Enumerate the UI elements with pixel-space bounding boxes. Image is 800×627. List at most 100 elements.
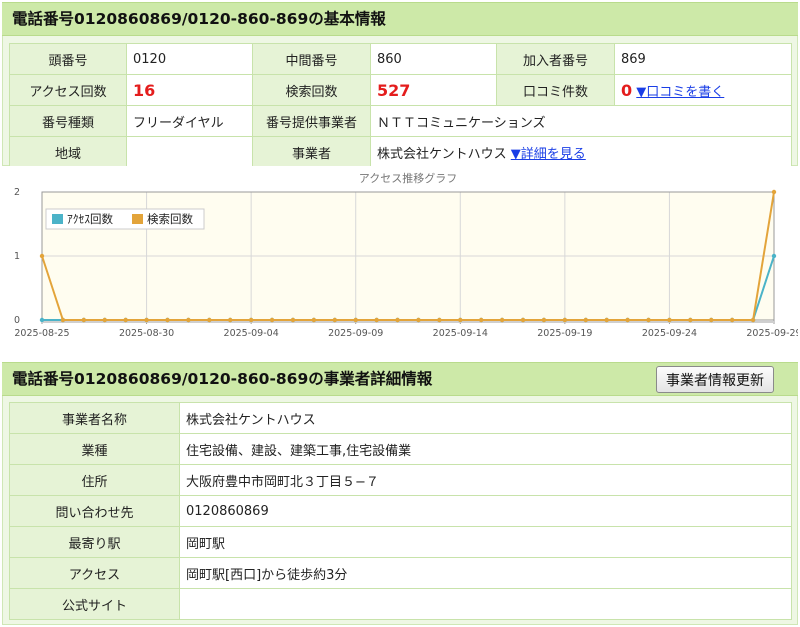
data-point <box>604 317 609 323</box>
detail-label: 最寄り駅 <box>9 526 180 558</box>
access-count-label: アクセス回数 <box>9 74 127 106</box>
data-point <box>458 317 463 323</box>
data-point <box>750 317 756 323</box>
table-row: 公式サイト <box>9 588 792 620</box>
access-count-value: 16 <box>133 80 156 100</box>
middle-number-value: 860 <box>370 43 497 75</box>
y-tick-label: 2 <box>14 187 20 198</box>
data-point <box>520 317 526 323</box>
data-point <box>81 317 87 323</box>
x-tick-label: 2025-09-04 <box>224 328 279 339</box>
data-point <box>353 317 358 323</box>
data-point <box>583 317 588 323</box>
y-tick-label: 0 <box>14 315 20 326</box>
table-row: 頭番号 0120 中間番号 860 加入者番号 869 <box>9 43 792 75</box>
data-point <box>771 189 777 195</box>
search-count-value: 527 <box>377 80 411 100</box>
data-point <box>228 317 233 323</box>
x-tick-label: 2025-09-29 <box>746 328 798 339</box>
detail-label: 事業者名称 <box>9 402 180 434</box>
operator-label: 事業者 <box>252 136 371 168</box>
data-point <box>248 317 254 323</box>
review-count-label: 口コミ件数 <box>496 74 615 106</box>
detail-label: 業種 <box>9 433 180 465</box>
detail-value: 岡町駅[西口]から徒歩約3分 <box>179 557 792 589</box>
detail-label: アクセス <box>9 557 180 589</box>
write-review-link[interactable]: ▼口コミを書く <box>636 85 724 100</box>
table-row: 最寄り駅 岡町駅 <box>9 526 792 558</box>
data-point <box>729 317 735 323</box>
region-value <box>126 136 253 168</box>
middle-number-label: 中間番号 <box>252 43 371 75</box>
detail-value: 大阪府豊中市岡町北３丁目５−７ <box>179 464 792 496</box>
data-point <box>416 317 421 323</box>
x-tick-label: 2025-09-09 <box>328 328 383 339</box>
table-row: 問い合わせ先 0120860869 <box>9 495 792 527</box>
data-point <box>39 317 45 323</box>
data-point <box>771 253 777 259</box>
operator-detail-link[interactable]: ▼詳細を見る <box>511 147 586 162</box>
prefix-value: 0120 <box>126 43 253 75</box>
provider-value: ＮＴＴコミュニケーションズ <box>370 105 792 137</box>
data-point <box>499 317 505 323</box>
data-point <box>60 317 66 323</box>
basic-info-table: 頭番号 0120 中間番号 860 加入者番号 869 アクセス回数 16 検索… <box>9 43 792 168</box>
y-tick-label: 1 <box>14 251 20 262</box>
data-point <box>144 317 149 323</box>
search-count-label: 検索回数 <box>252 74 371 106</box>
data-point <box>39 253 45 259</box>
data-point <box>311 317 317 323</box>
table-row: 事業者名称 株式会社ケントハウス <box>9 402 792 434</box>
data-point <box>646 317 651 323</box>
detail-value: 住宅設備、建設、建築工事,住宅設備業 <box>179 433 792 465</box>
x-tick-label: 2025-09-19 <box>537 328 592 339</box>
data-point <box>479 317 484 323</box>
x-tick-label: 2025-08-30 <box>119 328 174 339</box>
data-point <box>541 317 547 323</box>
number-type-value: フリーダイヤル <box>126 105 253 137</box>
operator-value: 株式会社ケントハウス <box>377 146 507 162</box>
review-count-value: 0 <box>621 80 633 100</box>
data-point <box>269 317 275 323</box>
region-label: 地域 <box>9 136 127 168</box>
detail-value: 0120860869 <box>179 495 792 527</box>
legend-label: ｱｸｾｽ回数 <box>67 212 113 226</box>
detail-value: 岡町駅 <box>179 526 792 558</box>
number-type-label: 番号種類 <box>9 105 127 137</box>
access-trend-chart-svg: アクセス推移グラフ 2025-08-25 2025-08-30 2025-09-04 2… <box>14 171 800 339</box>
data-point <box>123 317 128 323</box>
table-row: アクセス回数 16 検索回数 527 口コミ件数 0 ▼口コミを書く <box>9 74 792 106</box>
data-point <box>332 317 337 323</box>
data-point <box>709 317 714 323</box>
detail-value <box>179 588 792 620</box>
subscriber-number-label: 加入者番号 <box>496 43 615 75</box>
subscriber-number-value: 869 <box>614 43 792 75</box>
legend-swatch <box>52 214 63 224</box>
detail-value: 株式会社ケントハウス <box>179 402 792 434</box>
table-row: 番号種類 フリーダイヤル 番号提供事業者 ＮＴＴコミュニケーションズ <box>9 105 792 137</box>
table-row: アクセス 岡町駅[西口]から徒歩約3分 <box>9 557 792 589</box>
data-point <box>186 317 191 323</box>
detail-label: 問い合わせ先 <box>9 495 180 527</box>
detail-label: 住所 <box>9 464 180 496</box>
update-operator-info-button[interactable]: 事業者情報更新 <box>656 366 774 393</box>
legend-label: 検索回数 <box>147 212 193 226</box>
data-point <box>207 317 212 323</box>
access-trend-chart: アクセス推移グラフ 2025-08-25 2025-08-30 2025-09-04 2… <box>2 166 800 346</box>
data-point <box>374 317 379 323</box>
x-tick-label: 2025-08-25 <box>14 328 69 339</box>
data-point <box>562 317 568 323</box>
prefix-label: 頭番号 <box>9 43 127 75</box>
chart-title: アクセス推移グラフ <box>359 171 457 185</box>
detail-label: 公式サイト <box>9 588 180 620</box>
x-tick-label: 2025-09-24 <box>642 328 697 339</box>
data-point <box>625 317 630 323</box>
data-point <box>437 317 442 323</box>
provider-label: 番号提供事業者 <box>252 105 371 137</box>
data-point <box>290 317 296 323</box>
data-point <box>165 317 170 323</box>
data-point <box>395 317 400 323</box>
operator-detail-table: 事業者名称 株式会社ケントハウス 業種 住宅設備、建設、建築工事,住宅設備業 住所 大阪府… <box>9 402 792 620</box>
x-tick-label: 2025-09-14 <box>433 328 488 339</box>
data-point <box>102 317 107 323</box>
